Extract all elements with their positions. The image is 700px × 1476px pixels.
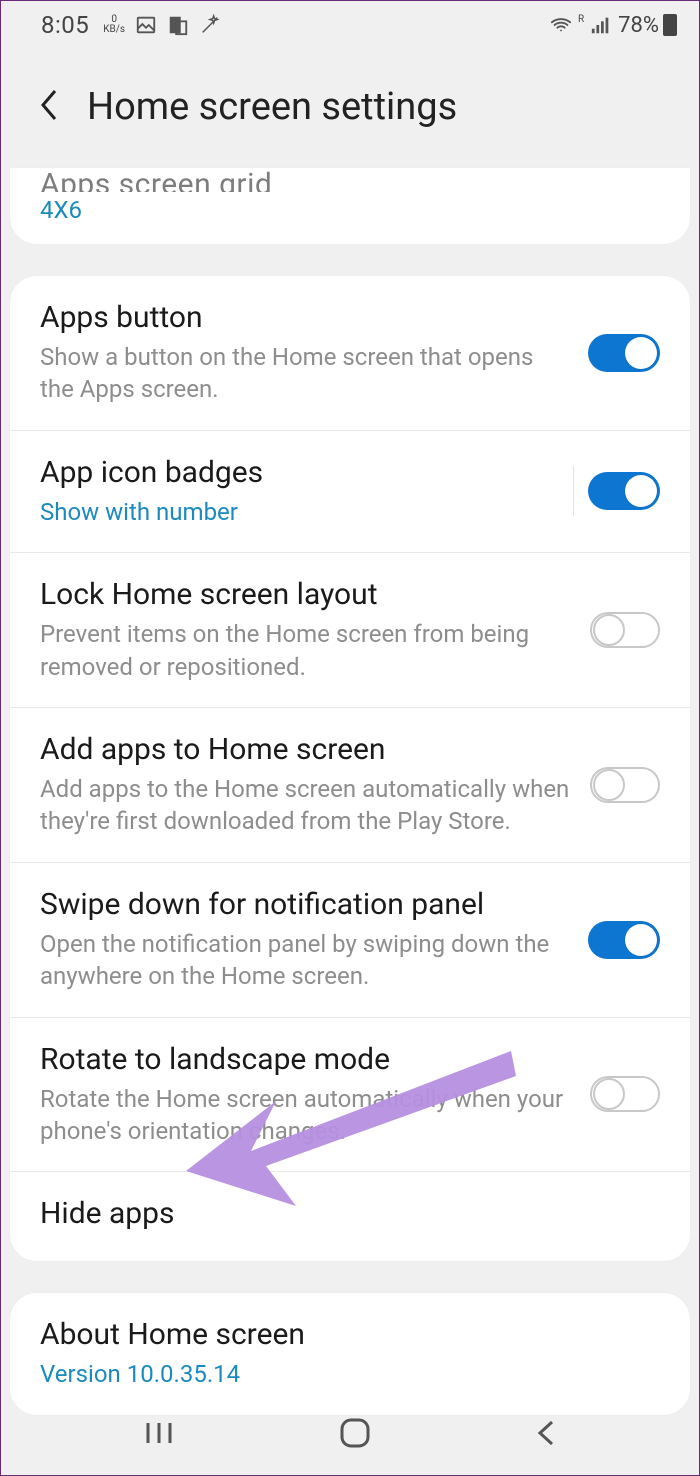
- setting-title: Rotate to landscape mode: [40, 1042, 574, 1077]
- battery: 78%: [618, 13, 677, 38]
- back-button[interactable]: [37, 87, 61, 127]
- roaming-indicator: R: [578, 14, 584, 25]
- apps-button-row[interactable]: Apps button Show a button on the Home sc…: [10, 276, 690, 431]
- lock-home-layout-toggle[interactable]: [590, 612, 660, 648]
- about-version: Version 10.0.35.14: [40, 1358, 644, 1390]
- status-right: R 78%: [550, 13, 677, 38]
- hide-apps-row[interactable]: Hide apps: [10, 1172, 690, 1261]
- apps-screen-grid-value: 4X6: [10, 192, 690, 244]
- setting-sub: Add apps to the Home screen automaticall…: [40, 773, 574, 838]
- screen-share-icon: [167, 14, 189, 36]
- setting-sub: Show a button on the Home screen that op…: [40, 341, 572, 406]
- divider: [573, 466, 574, 516]
- home-button[interactable]: [338, 1416, 372, 1454]
- settings-scroll[interactable]: Apps screen grid 4X6 Apps button Show a …: [1, 167, 699, 1416]
- status-bar: 8:05 0 KB/s R 78%: [1, 1, 699, 49]
- setting-sub: Prevent items on the Home screen from be…: [40, 618, 574, 683]
- recents-icon: [142, 1419, 176, 1447]
- apps-screen-grid-title: Apps screen grid: [10, 168, 690, 192]
- recents-button[interactable]: [142, 1419, 176, 1451]
- nav-back-button[interactable]: [534, 1418, 558, 1452]
- add-apps-row[interactable]: Add apps to Home screen Add apps to the …: [10, 708, 690, 863]
- app-icon-badges-row[interactable]: App icon badges Show with number: [10, 431, 690, 553]
- wand-icon: [199, 14, 221, 36]
- app-icon-badges-toggle[interactable]: [588, 472, 660, 510]
- swipe-down-toggle[interactable]: [588, 921, 660, 959]
- network-speed: 0 KB/s: [103, 15, 125, 35]
- setting-sub: Open the notification panel by swiping d…: [40, 928, 572, 993]
- add-apps-toggle[interactable]: [590, 767, 660, 803]
- chevron-left-icon: [534, 1418, 558, 1448]
- settings-card: Apps button Show a button on the Home sc…: [9, 275, 691, 1262]
- chevron-left-icon: [37, 87, 61, 123]
- apps-screen-grid-card[interactable]: Apps screen grid 4X6: [9, 167, 691, 245]
- setting-title: Lock Home screen layout: [40, 577, 574, 612]
- image-icon: [135, 14, 157, 36]
- setting-title: Apps button: [40, 300, 572, 335]
- setting-sub: Show with number: [40, 496, 557, 528]
- setting-title: App icon badges: [40, 455, 557, 490]
- lock-home-layout-row[interactable]: Lock Home screen layout Prevent items on…: [10, 553, 690, 708]
- swipe-down-row[interactable]: Swipe down for notification panel Open t…: [10, 863, 690, 1018]
- navigation-bar: [1, 1395, 699, 1475]
- status-left: 8:05 0 KB/s: [41, 11, 221, 39]
- apps-button-toggle[interactable]: [588, 334, 660, 372]
- battery-icon: [663, 14, 677, 36]
- about-title: About Home screen: [40, 1317, 644, 1352]
- page-header: Home screen settings: [1, 49, 699, 173]
- clock: 8:05: [41, 11, 89, 39]
- setting-title: Add apps to Home screen: [40, 732, 574, 767]
- setting-sub: Rotate the Home screen automatically whe…: [40, 1083, 574, 1148]
- signal-icon: [590, 14, 612, 36]
- page-title: Home screen settings: [87, 85, 457, 129]
- rotate-landscape-toggle[interactable]: [590, 1076, 660, 1112]
- wifi-icon: [550, 14, 572, 36]
- home-icon: [338, 1416, 372, 1450]
- setting-title: Swipe down for notification panel: [40, 887, 572, 922]
- setting-title: Hide apps: [40, 1196, 644, 1231]
- rotate-landscape-row[interactable]: Rotate to landscape mode Rotate the Home…: [10, 1018, 690, 1173]
